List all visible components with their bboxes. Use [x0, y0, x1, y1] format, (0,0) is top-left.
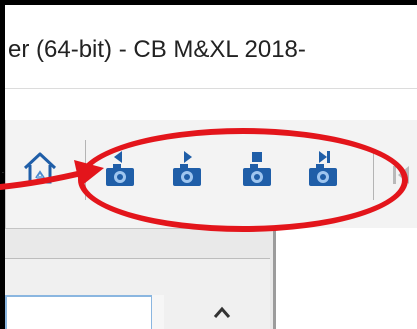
camera-play-icon: [173, 151, 201, 186]
titlebar-separator: [5, 88, 417, 89]
camera-stop-button[interactable]: [237, 148, 277, 188]
field-scroll-strip: [152, 295, 164, 329]
camera-play-button[interactable]: [167, 148, 207, 188]
screenshot-crop: er (64-bit) - CB M&XL 2018- .: [0, 0, 417, 329]
panel-header-divider: [5, 228, 275, 229]
camera-next-button[interactable]: [303, 148, 343, 188]
go-first-button[interactable]: [385, 160, 415, 190]
annotation-arrow-icon: [0, 160, 104, 190]
window-title: er (64-bit) - CB M&XL 2018-: [8, 36, 306, 63]
chevron-up-icon[interactable]: [212, 305, 232, 319]
camera-stop-icon: [243, 152, 271, 186]
toolbar-separator: [373, 150, 374, 200]
skip-to-start-icon: [393, 166, 409, 184]
camera-next-icon: [309, 151, 337, 186]
right-panel: [276, 228, 417, 329]
selection-field[interactable]: [5, 295, 153, 329]
window-frame-top: [0, 0, 417, 5]
